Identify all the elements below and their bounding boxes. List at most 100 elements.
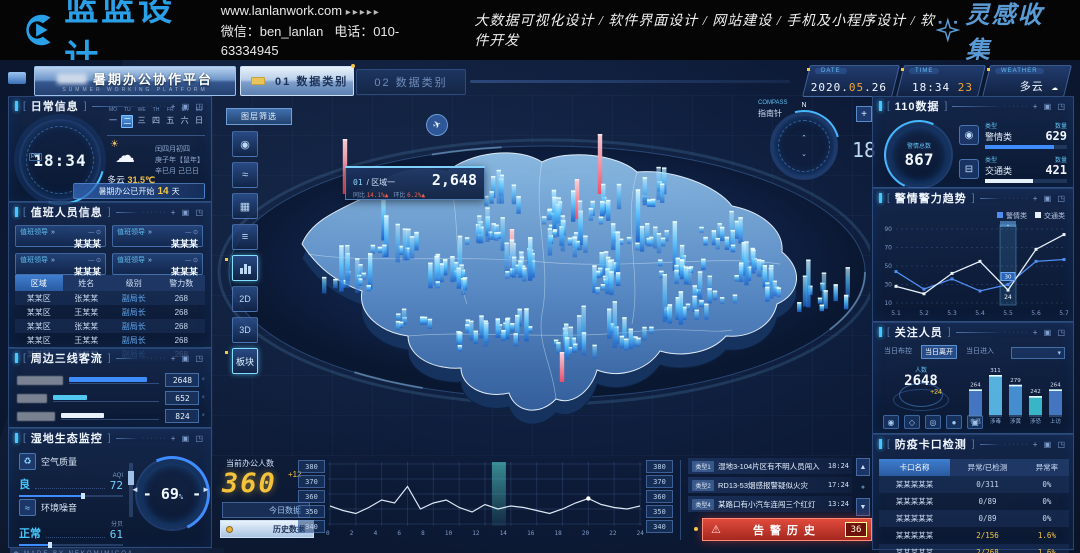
tab-data-category-1[interactable]: 01 数据类别: [240, 66, 354, 96]
panel-title: 值班人员信息: [31, 204, 103, 220]
website-link[interactable]: www.lanlanwork.com: [221, 3, 342, 18]
panel-header-icons[interactable]: + ▣ ◳: [171, 434, 205, 443]
legend-swatch: [997, 212, 1003, 218]
cloud-icon: ☁: [1051, 80, 1059, 93]
row-close-icon[interactable]: ×: [201, 413, 205, 419]
grid-icon: ▦: [240, 200, 250, 213]
date-widget: DATE 2020.05.26: [802, 65, 900, 97]
weekday: TH四: [150, 107, 162, 128]
card-mini-icons[interactable]: — ⊙: [185, 257, 198, 264]
svg-text:311: 311: [990, 368, 1001, 374]
layer-button-3d[interactable]: 3D: [232, 317, 258, 343]
alert-row[interactable]: 类型2RD13-53烟感报警疑似火灾17:24: [688, 477, 852, 493]
scroll-up-icon[interactable]: ▲: [856, 458, 870, 476]
row-close-icon[interactable]: ×: [201, 377, 205, 383]
tab-dash-icon: [251, 77, 265, 85]
alert-time: 18:24: [828, 462, 849, 470]
collect-badge[interactable]: 灵感收集: [936, 0, 1060, 65]
alert-text: 湿地3-104片区有不明人员闯入: [718, 461, 825, 472]
duty-card: 值班领导»— ⊙某某某: [112, 253, 203, 275]
page-subtitle: SUMMER WORKING PLATFORM: [62, 87, 207, 93]
layer-button-camera[interactable]: ◉: [232, 131, 258, 157]
panel-header-icons[interactable]: + ▣ ◳: [171, 208, 205, 217]
table-row: 某某区王某某副局长268: [15, 333, 205, 347]
y-axis-label: 370: [298, 475, 325, 488]
panel-title: 周边三线客流: [31, 350, 103, 366]
alert-row[interactable]: 类型1湿地3-104片区有不明人员闯入18:24: [688, 458, 852, 474]
layer-button-chart[interactable]: [232, 255, 258, 281]
chevron-up-icon[interactable]: ⌃: [801, 134, 807, 142]
layer-button-grid[interactable]: ▦: [232, 193, 258, 219]
table-header-row: 区域姓名级别警力数: [15, 275, 205, 291]
table-row: 某某某某某2/2681.6%: [879, 544, 1069, 553]
panel-header-icons[interactable]: + ▣ ◳: [1033, 440, 1067, 449]
focus-tab[interactable]: 当日离开: [921, 345, 957, 359]
camera-icon[interactable]: ◉: [883, 415, 899, 429]
chevron-right-icon: »: [51, 229, 55, 236]
range-select[interactable]: ▾: [1011, 347, 1065, 359]
target-icon[interactable]: ◎: [925, 415, 941, 429]
row-close-icon[interactable]: ×: [201, 395, 205, 401]
traffic-progress: [985, 179, 1033, 183]
today-data-button[interactable]: 今日数据: [222, 502, 310, 518]
chevron-right-icon: »: [148, 229, 152, 236]
duty-cards: 值班领导»— ⊙某某某值班领导»— ⊙某某某值班领导»— ⊙某某某值班领导»— …: [15, 225, 205, 275]
checkpoint-rate: 1.6%: [1025, 544, 1069, 553]
panel-header-icons[interactable]: + ▣ ◳: [1033, 328, 1067, 337]
layer-button-板块[interactable]: 板块: [232, 348, 258, 374]
panel-header-icons[interactable]: + ▣ ◳: [171, 354, 205, 363]
checkpoint-rate: 1.6%: [1025, 527, 1069, 544]
alert-scroll: ▲ ● ▼: [856, 458, 870, 516]
signal-icon: ≈: [242, 169, 248, 181]
panel-checkpoints: [ 防疫卡口检测 ]······ + ▣ ◳ 卡口名称异常/已检测异常率某某某某…: [872, 434, 1074, 550]
gauge-left-arrow[interactable]: ◄: [131, 485, 139, 494]
scroll-dot-icon: ●: [856, 479, 870, 495]
x-axis-label: 22: [609, 530, 616, 537]
focus-tab[interactable]: 当日布控: [881, 345, 915, 359]
time-caption: TIME: [909, 68, 939, 74]
svg-text:90: 90: [884, 226, 892, 233]
column-header: 卡口名称: [879, 459, 950, 476]
trend-chart: 9070503010⌄30245.15.25.35.45.55.65.7: [878, 221, 1070, 319]
office-trend-chart: [326, 460, 644, 528]
panel-title: 防疫卡口检测: [895, 436, 967, 452]
panel-metro-flow: [ 周边三线客流 ]······ + ▣ ◳ 2648×652×824×: [8, 348, 212, 428]
y-axis-label: 350: [298, 505, 325, 518]
x-axis-label: 14: [500, 530, 507, 537]
scroll-down-icon[interactable]: ▼: [856, 498, 870, 516]
alarm-count-badge: 36: [845, 522, 867, 537]
censored-label: [17, 376, 63, 385]
table-row: 某某某某某0/890%: [879, 510, 1069, 527]
layer-button-2d[interactable]: 2D: [232, 286, 258, 312]
x-axis-label: 2: [350, 530, 354, 537]
made-by-text: MADE BY NEKOMIMICOA: [10, 548, 224, 553]
gauge-right-arrow[interactable]: ►: [202, 485, 210, 494]
tag-icon[interactable]: ◇: [904, 415, 920, 429]
layer-button-list[interactable]: ≡: [232, 224, 258, 250]
card-mini-icons[interactable]: — ⊙: [88, 229, 101, 236]
panel-110-data: [ 110数据 ]······ + ▣ ◳ 警情总数 867 ◉ 类型数量 警情…: [872, 96, 1074, 188]
weekday: WE三: [136, 107, 148, 128]
flow-value: 824: [165, 409, 199, 423]
alert-row[interactable]: 类型4某路口有小汽车连闯三个红灯13:24: [688, 496, 852, 512]
panel-header-icons[interactable]: + ▣ ◳: [1033, 194, 1067, 203]
card-mini-icons[interactable]: — ⊙: [185, 229, 198, 236]
alarm-history-button[interactable]: ⚠ 告警历史 36: [702, 518, 872, 541]
person-icon[interactable]: ●: [946, 415, 962, 429]
alarm-progress: [985, 145, 1054, 149]
compass-ring[interactable]: [770, 112, 838, 180]
chart-icon: [240, 262, 251, 274]
tab-data-category-2[interactable]: 02 数据类别: [356, 69, 466, 95]
chevron-down-icon[interactable]: ⌄: [801, 150, 807, 158]
card-mini-icons[interactable]: — ⊙: [88, 257, 101, 264]
alert-time: 17:24: [828, 481, 849, 489]
focus-tab[interactable]: 当日进入: [963, 345, 997, 359]
alert-time: 13:24: [828, 500, 849, 508]
y-axis-label: 380: [646, 460, 673, 473]
corner-icon[interactable]: [8, 72, 26, 84]
panel-header-icons[interactable]: + ▣ ◳: [1033, 102, 1067, 111]
flow-row: 2648×: [17, 373, 205, 387]
lunar-calendar: 闰四月初四庚子年【鼠年】辛巳月 己巳日: [155, 144, 204, 177]
layer-button-signal[interactable]: ≈: [232, 162, 258, 188]
zoom-in-button[interactable]: +: [856, 106, 872, 122]
